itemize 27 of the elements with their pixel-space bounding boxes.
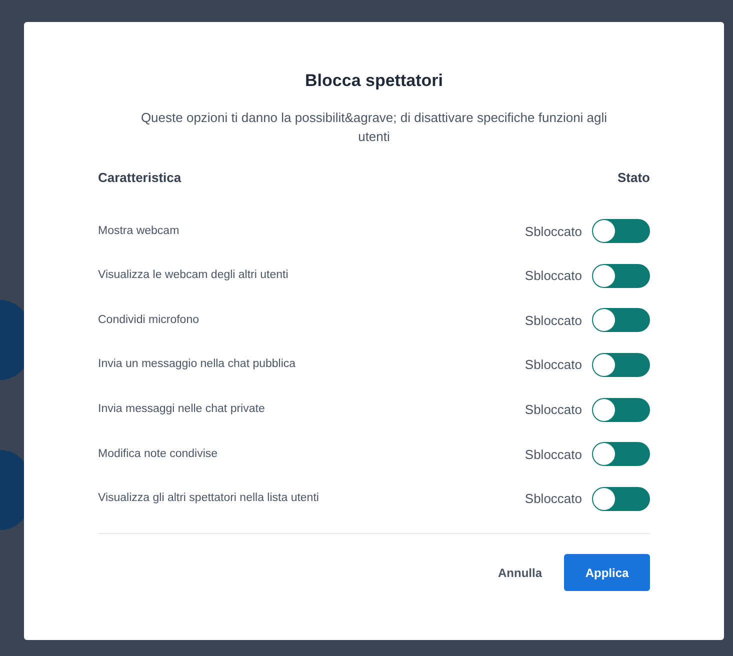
toggle-switch[interactable] [592, 442, 650, 466]
toggle-switch[interactable] [592, 353, 650, 378]
dialog-description: Queste opzioni ti danno la possibilit&agrave; di disattivare specifiche funzioni agli utenti [140, 108, 608, 146]
status-label: Sbloccato [524, 400, 582, 419]
feature-label: Invia messaggi nelle chat private [98, 402, 265, 418]
feature-label: Modifica note condivise [98, 446, 218, 462]
status-label: Sbloccato [524, 222, 582, 241]
toggle-switch[interactable] [592, 264, 650, 288]
status-label: Sbloccato [524, 356, 582, 374]
status-label: Sbloccato [524, 267, 582, 286]
dialog-title: Blocca spettatori [304, 70, 444, 92]
column-header: Stato [618, 168, 650, 186]
feature-label: Invia un messaggio nella chat pubblica [98, 357, 296, 372]
toggle-switch[interactable] [592, 308, 650, 332]
toggle-switch[interactable] [592, 219, 650, 244]
feature-label: Condividi microfono [98, 312, 199, 328]
status-label: Sbloccato [524, 312, 582, 330]
feature-label: Visualizza gli altri spettatori nella lista utenti [98, 491, 319, 506]
status-label: Sbloccato [524, 446, 582, 464]
cancel-button[interactable]: Annulla [494, 554, 546, 592]
toggle-switch[interactable] [592, 486, 650, 511]
feature-label: Visualizza le webcam degli altri utenti [98, 268, 288, 284]
apply-button[interactable]: Applica [564, 554, 650, 592]
column-header: Caratteristica [98, 168, 182, 186]
toggle-switch[interactable] [592, 398, 650, 422]
status-label: Sbloccato [524, 490, 582, 508]
feature-label: Mostra webcam [98, 224, 180, 239]
